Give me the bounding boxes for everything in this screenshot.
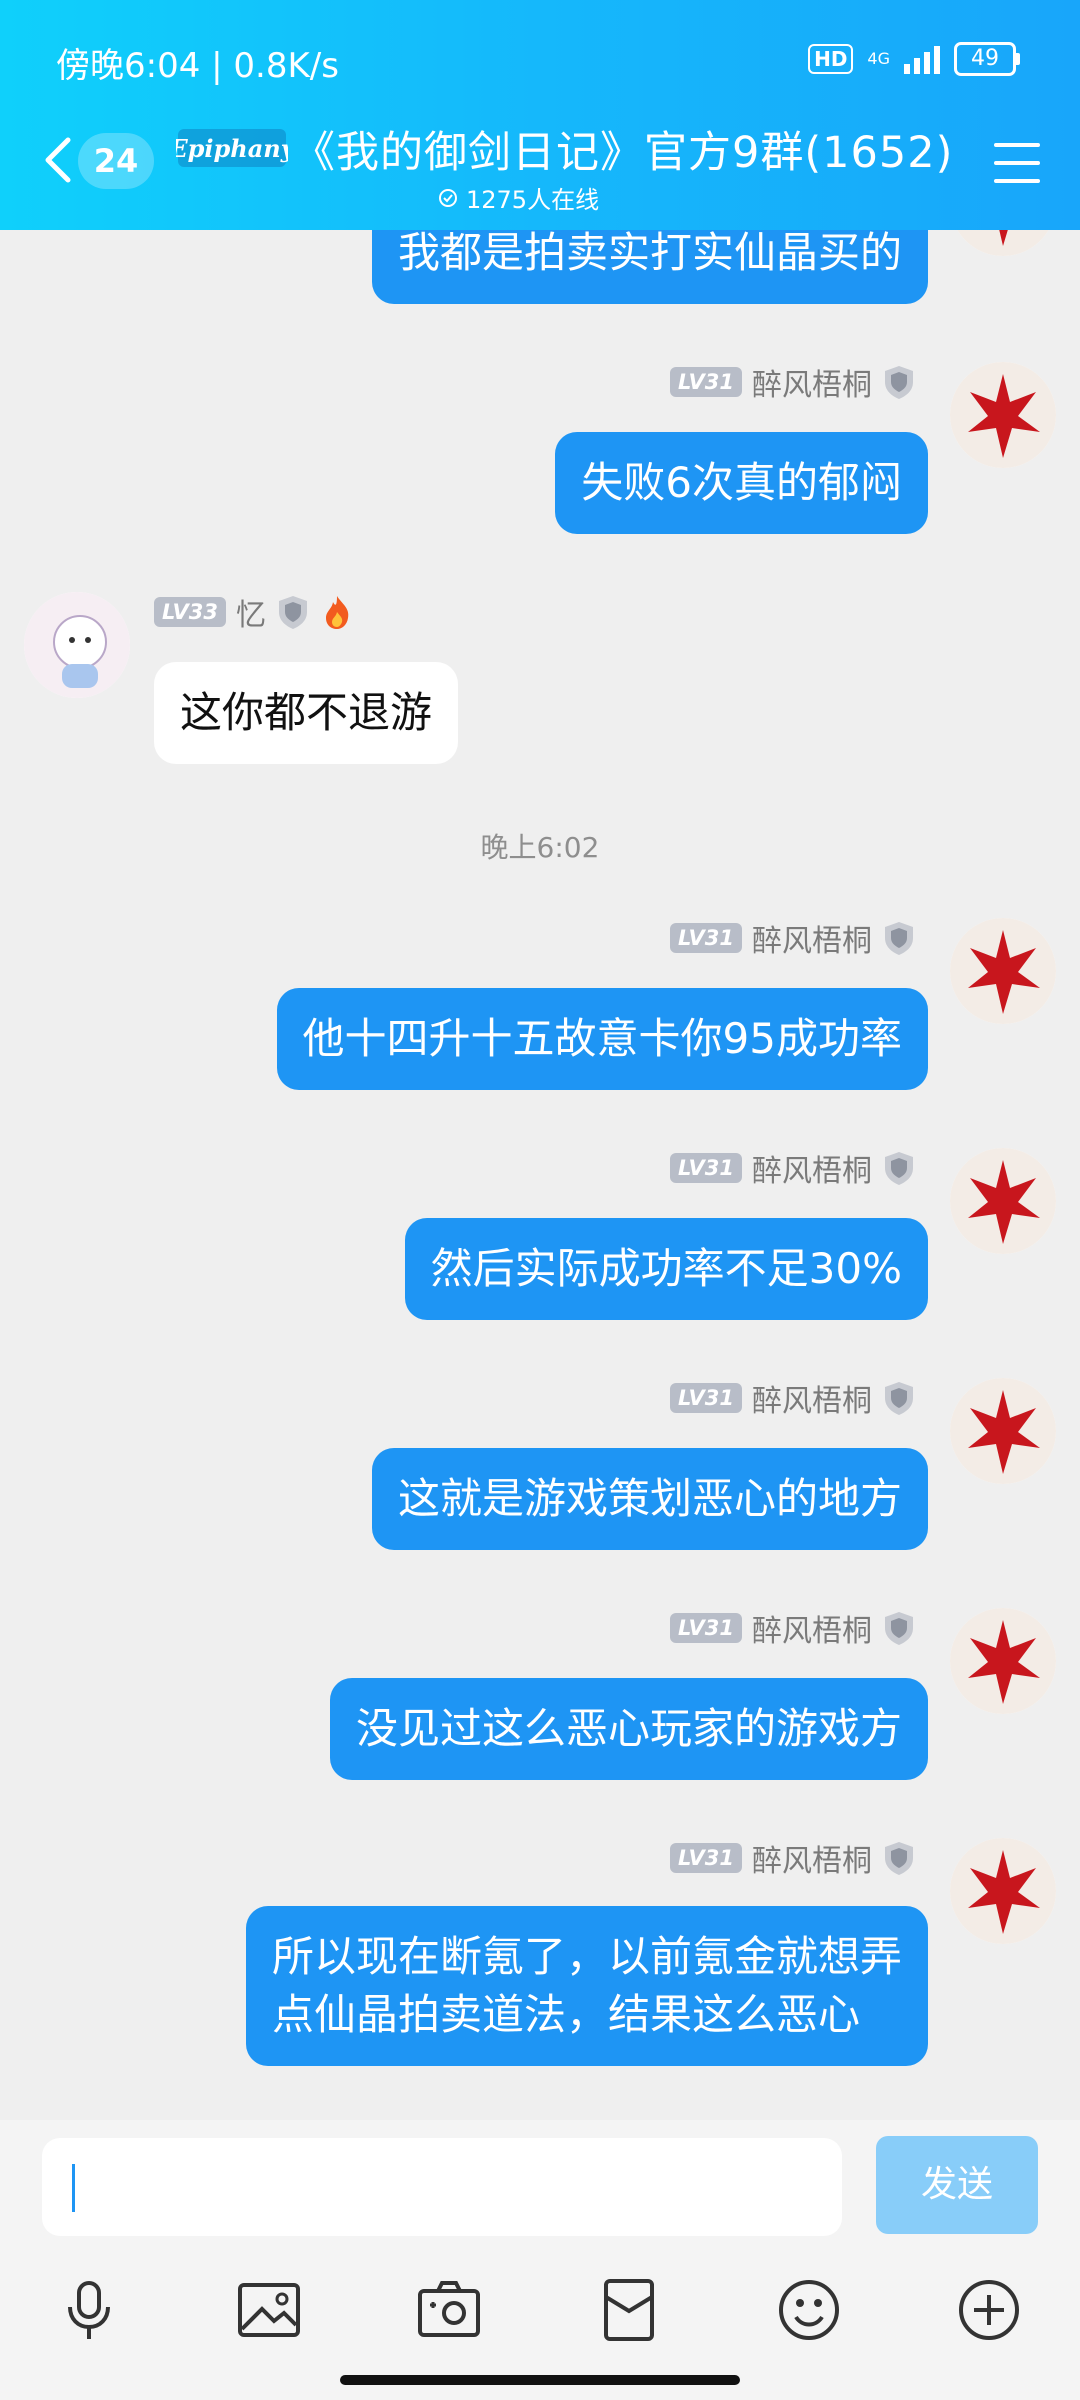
sender-nickname[interactable]: 醉风梧桐 xyxy=(752,1606,872,1650)
picture-icon[interactable] xyxy=(234,2275,304,2345)
send-button[interactable]: 发送 xyxy=(876,2136,1038,2234)
online-count: 1275人在线 xyxy=(466,186,600,214)
level-badge: LV33 xyxy=(154,597,226,627)
online-status: 1275人在线 xyxy=(438,180,599,215)
avatar-zuifeng[interactable] xyxy=(950,1378,1056,1484)
input-toolbar xyxy=(0,2275,1080,2365)
chat-message-list[interactable]: 我都是拍卖实打实仙晶买的 LV31 醉风梧桐 失败6次真的郁闷 LV33 忆 这… xyxy=(0,230,1080,2120)
level-badge: LV31 xyxy=(670,1613,742,1643)
menu-icon[interactable] xyxy=(994,143,1040,183)
signal-icon xyxy=(904,44,940,74)
message-bubble-mine[interactable]: 失败6次真的郁闷 xyxy=(555,432,928,534)
sender-nickname[interactable]: 醉风梧桐 xyxy=(752,360,872,404)
avatar-yi[interactable] xyxy=(24,592,130,698)
hd-icon: HD xyxy=(808,44,854,74)
message-bubble-mine[interactable]: 没见过这么恶心玩家的游戏方 xyxy=(329,1678,928,1780)
sender-meta: LV31 醉风梧桐 xyxy=(670,1150,916,1189)
sender-meta: LV31 醉风梧桐 xyxy=(670,1840,916,1879)
sender-meta: LV31 醉风梧桐 xyxy=(670,920,916,959)
battery-level: 49 xyxy=(954,42,1016,76)
shield-icon xyxy=(885,1842,913,1875)
camera-icon[interactable] xyxy=(414,2275,484,2345)
avatar-zuifeng[interactable] xyxy=(950,918,1056,1024)
logo-text: Epiphany xyxy=(176,134,288,163)
sender-meta: LV33 忆 xyxy=(154,594,354,633)
sender-nickname[interactable]: 醉风梧桐 xyxy=(752,1146,872,1190)
unread-count-badge[interactable]: 24 xyxy=(78,133,154,189)
input-area: 发送 xyxy=(0,2120,1080,2400)
level-badge: LV31 xyxy=(670,367,742,397)
sender-nickname[interactable]: 醉风梧桐 xyxy=(752,1836,872,1880)
shield-icon xyxy=(885,1612,913,1645)
status-time: 傍晚6:04 | 0.8K/s xyxy=(56,46,339,86)
message-bubble-mine[interactable]: 他十四升十五故意卡你95成功率 xyxy=(276,988,928,1090)
status-icons: HD 4G 49 xyxy=(808,42,1020,76)
shield-icon xyxy=(885,922,913,955)
emoji-icon[interactable] xyxy=(774,2275,844,2345)
home-indicator[interactable] xyxy=(340,2375,740,2385)
level-badge: LV31 xyxy=(670,1153,742,1183)
chat-header: 傍晚6:04 | 0.8K/s HD 4G 49 24 Epiphany 《我的… xyxy=(0,0,1080,230)
fire-icon xyxy=(325,596,349,629)
avatar-zuifeng[interactable] xyxy=(950,1148,1056,1254)
message-bubble-mine[interactable]: 我都是拍卖实打实仙晶买的 xyxy=(371,230,928,304)
avatar-zuifeng[interactable] xyxy=(950,1608,1056,1714)
online-check-icon xyxy=(439,188,457,207)
avatar-zuifeng[interactable] xyxy=(950,362,1056,468)
level-badge: LV31 xyxy=(670,923,742,953)
battery-icon: 49 xyxy=(954,42,1020,76)
shield-icon xyxy=(885,1152,913,1185)
message-timestamp: 晚上6:02 xyxy=(480,831,600,864)
microphone-icon[interactable] xyxy=(54,2275,124,2345)
message-bubble-other[interactable]: 这你都不退游 xyxy=(154,662,459,764)
message-bubble-mine[interactable]: 所以现在断氪了，以前氪金就想弄 点仙晶拍卖道法，结果这么恶心 xyxy=(245,1906,928,2066)
group-logo: Epiphany xyxy=(176,129,288,167)
message-bubble-mine[interactable]: 这就是游戏策划恶心的地方 xyxy=(371,1448,928,1550)
sender-meta: LV31 醉风梧桐 xyxy=(670,1610,916,1649)
shield-icon xyxy=(885,1382,913,1415)
sender-meta: LV31 醉风梧桐 xyxy=(670,364,916,403)
message-input[interactable] xyxy=(42,2138,842,2236)
shield-icon xyxy=(278,596,307,629)
message-line: 所以现在断氪了，以前氪金就想弄 xyxy=(271,1932,902,1981)
avatar-zuifeng[interactable] xyxy=(950,230,1056,256)
shield-icon xyxy=(885,366,913,399)
plus-icon[interactable] xyxy=(954,2275,1024,2345)
avatar-zuifeng[interactable] xyxy=(950,1838,1056,1944)
network-type: 4G xyxy=(867,49,890,68)
text-cursor xyxy=(72,2164,75,2212)
message-line: 点仙晶拍卖道法，结果这么恶心 xyxy=(271,1990,860,2039)
level-badge: LV31 xyxy=(670,1843,742,1873)
sender-meta: LV31 醉风梧桐 xyxy=(670,1380,916,1419)
sender-nickname[interactable]: 忆 xyxy=(236,590,266,634)
sender-nickname[interactable]: 醉风梧桐 xyxy=(752,1376,872,1420)
sender-nickname[interactable]: 醉风梧桐 xyxy=(752,916,872,960)
message-bubble-mine[interactable]: 然后实际成功率不足30% xyxy=(404,1218,928,1320)
level-badge: LV31 xyxy=(670,1383,742,1413)
group-title[interactable]: 《我的御剑日记》官方9群(1652) xyxy=(292,118,953,180)
red-packet-icon[interactable] xyxy=(594,2275,664,2345)
